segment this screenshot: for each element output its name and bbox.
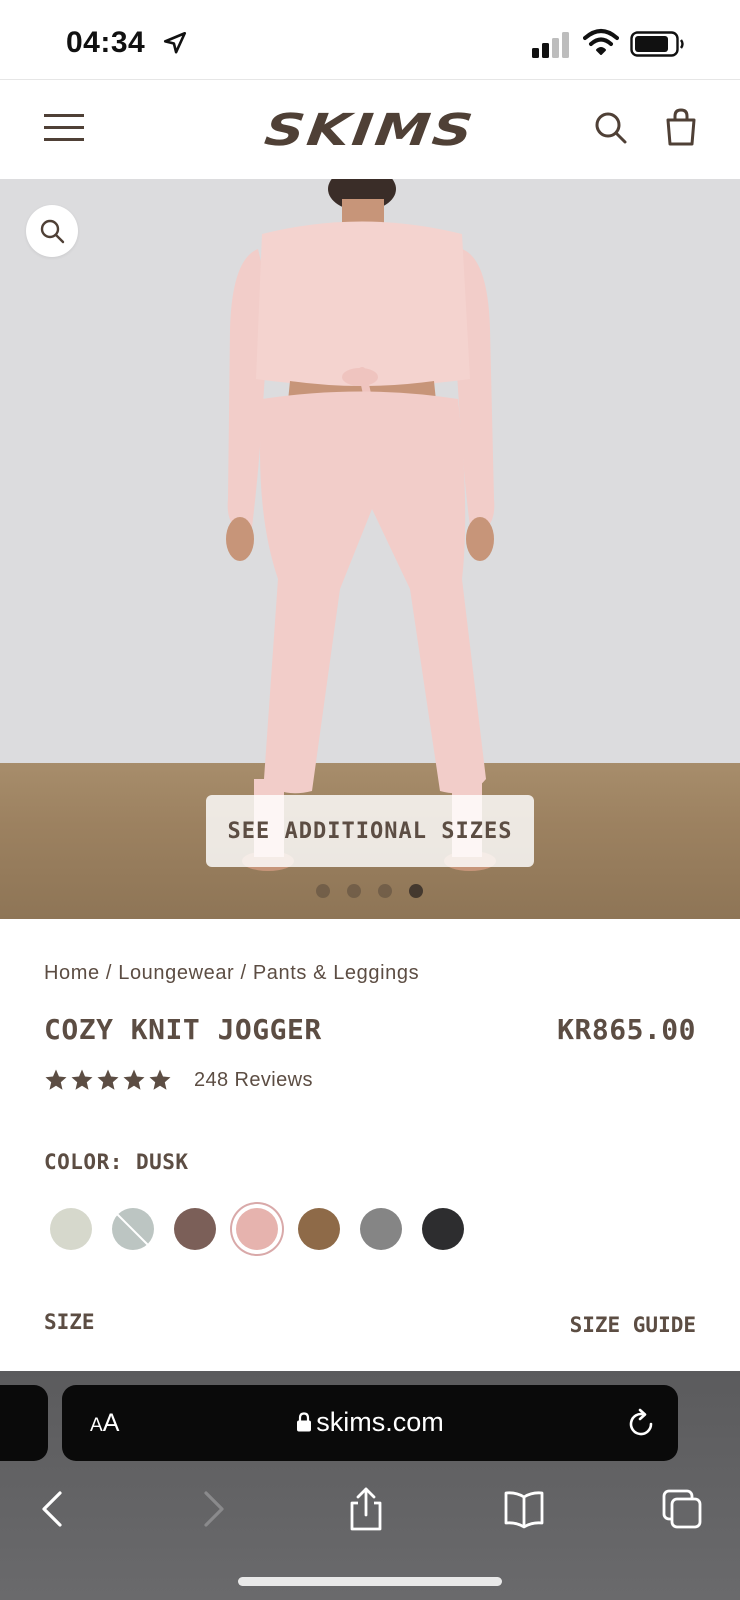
star-icon	[71, 1069, 93, 1090]
back-icon[interactable]	[32, 1487, 76, 1531]
status-bar: 04:34	[0, 0, 740, 80]
color-swatch-camel[interactable]	[298, 1208, 340, 1250]
home-indicator[interactable]	[238, 1577, 502, 1586]
color-swatch-onyx[interactable]	[422, 1208, 464, 1250]
product-title: COZY KNIT JOGGER	[44, 1013, 322, 1046]
reload-icon[interactable]	[626, 1407, 656, 1439]
size-label: SIZE	[44, 1310, 95, 1334]
shopping-bag-icon[interactable]	[664, 107, 698, 147]
site-header: SKIMS	[0, 81, 740, 179]
url-text: skims.com	[316, 1407, 444, 1437]
star-icon	[97, 1069, 119, 1090]
share-icon[interactable]	[344, 1487, 388, 1531]
carousel-dot-active[interactable]	[409, 884, 423, 898]
rating-stars	[44, 1068, 172, 1092]
wifi-icon	[583, 29, 619, 55]
logo-text: SKIMS	[261, 104, 479, 156]
zoom-button[interactable]	[26, 205, 78, 257]
color-swatch-cocoa[interactable]	[174, 1208, 216, 1250]
color-label: COLOR: DUSK	[44, 1150, 189, 1174]
previous-tab-peek[interactable]	[0, 1385, 48, 1461]
battery-icon	[630, 31, 684, 57]
location-arrow-icon	[163, 31, 187, 54]
color-swatch-gray[interactable]	[360, 1208, 402, 1250]
address-bar[interactable]: AA skims.com	[62, 1385, 678, 1461]
breadcrumb-loungewear[interactable]: Loungewear	[118, 962, 234, 984]
zoom-search-icon	[40, 219, 65, 244]
status-time: 04:34	[66, 26, 146, 59]
breadcrumb-separator: /	[234, 962, 253, 984]
color-swatch-mist[interactable]	[112, 1208, 154, 1250]
product-price: KR865.00	[557, 1013, 696, 1046]
color-swatch-light-sage[interactable]	[50, 1208, 92, 1250]
breadcrumb: Home / Loungewear / Pants & Leggings	[44, 962, 419, 985]
url-display[interactable]: skims.com	[62, 1407, 678, 1438]
review-count-link[interactable]: 248 Reviews	[194, 1069, 313, 1092]
tabs-icon[interactable]	[660, 1487, 704, 1531]
bookmarks-icon[interactable]	[502, 1487, 546, 1531]
carousel-dots	[316, 884, 423, 898]
cellular-signal-icon	[532, 32, 569, 58]
product-rating[interactable]: 248 Reviews	[44, 1068, 313, 1092]
browser-toolbar: AA skims.com	[0, 1371, 740, 1600]
product-image-carousel[interactable]: SEE ADDITIONAL SIZES	[0, 179, 740, 919]
carousel-dot[interactable]	[316, 884, 330, 898]
color-swatch-dusk[interactable]	[236, 1208, 278, 1250]
star-icon	[123, 1069, 145, 1090]
forward-icon[interactable]	[190, 1487, 234, 1531]
star-icon	[149, 1069, 171, 1090]
carousel-dot[interactable]	[378, 884, 392, 898]
breadcrumb-home[interactable]: Home	[44, 962, 100, 984]
browser-nav-row	[0, 1479, 740, 1549]
breadcrumb-separator: /	[99, 962, 119, 984]
hamburger-menu-icon[interactable]	[44, 111, 84, 145]
carousel-dot[interactable]	[347, 884, 361, 898]
skims-logo[interactable]: SKIMS	[240, 99, 500, 161]
star-icon	[45, 1069, 67, 1090]
search-icon[interactable]	[592, 109, 630, 147]
breadcrumb-pants-leggings[interactable]: Pants & Leggings	[253, 962, 419, 984]
lock-icon	[297, 1412, 312, 1432]
size-guide-link[interactable]: SIZE GUIDE	[570, 1313, 696, 1337]
see-additional-sizes-button[interactable]: SEE ADDITIONAL SIZES	[206, 795, 534, 867]
